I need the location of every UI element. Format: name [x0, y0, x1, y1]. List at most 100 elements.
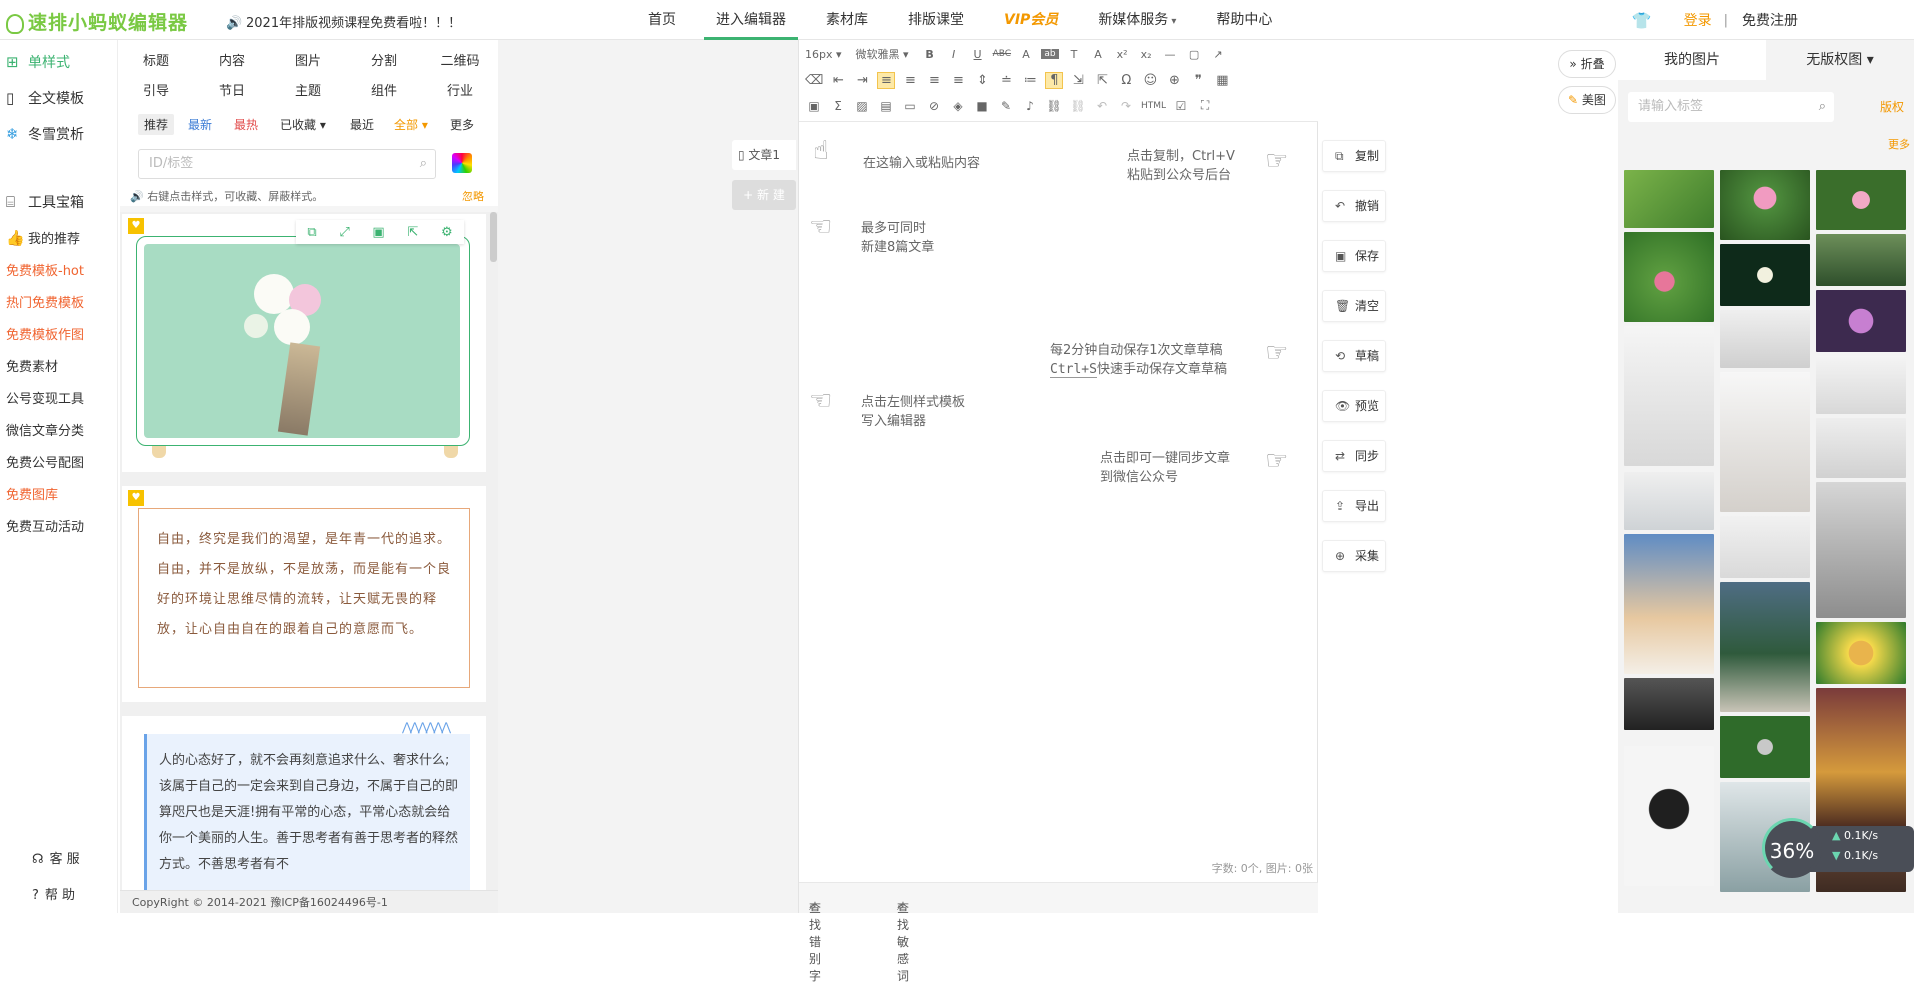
quote-icon[interactable]: ❞ — [1189, 73, 1207, 88]
register-link[interactable]: 免费注册 — [1742, 10, 1798, 30]
highlight-icon[interactable]: ab — [1041, 49, 1060, 59]
category-tab[interactable]: 行业 — [430, 80, 490, 99]
font-family-select[interactable]: 微软雅黑 ▾ — [856, 46, 909, 62]
font-color-icon[interactable]: A — [1017, 48, 1035, 61]
style-card[interactable]: ♥ ⧉ ⤢ ▣ ⇱ ⚙ — [122, 214, 486, 472]
nav-classroom[interactable]: 排版课堂 — [896, 0, 976, 40]
list-icon[interactable]: ≔ — [1021, 73, 1039, 88]
omega-icon[interactable]: Ω — [1117, 73, 1135, 88]
customer-service[interactable]: ☊ 客 服 — [32, 848, 80, 867]
style-card[interactable]: ♥ 自由，终究是我们的渴望，是年青一代的追求。自由，并不是放纵，不是放荡，而是能… — [122, 486, 486, 702]
horizontal-rule-icon[interactable]: — — [1161, 48, 1179, 61]
tip-ignore[interactable]: 忽略 — [462, 188, 484, 204]
image-thumb[interactable] — [1816, 170, 1906, 230]
image-thumb[interactable] — [1624, 232, 1714, 322]
redo-icon[interactable]: ↷ — [1117, 99, 1135, 113]
scrollbar[interactable] — [490, 212, 497, 262]
login-link[interactable]: 登录 — [1684, 10, 1712, 30]
sidebar-link[interactable]: 热门免费模板 — [6, 292, 84, 311]
app-logo[interactable]: 速排小蚂蚁编辑器 — [6, 8, 188, 35]
nav-editor[interactable]: 进入编辑器 — [704, 0, 798, 40]
filter-all[interactable]: 全部 ▾ — [394, 116, 428, 133]
nav-vip[interactable]: VIP会员 — [992, 0, 1070, 40]
announcement[interactable]: 🔊 2021年排版视频课程免费看啦！！！ — [226, 12, 461, 31]
sidebar-link[interactable]: 免费模板作图 — [6, 324, 84, 343]
category-tab[interactable]: 分割 — [354, 50, 414, 69]
search-icon[interactable]: ⌕ — [1819, 92, 1826, 122]
doc-tab[interactable]: ▯ 文章1 — [732, 140, 796, 170]
image-thumb[interactable] — [1816, 234, 1906, 286]
resize-icon[interactable]: ↗ — [1209, 48, 1227, 61]
html-icon[interactable]: HTML — [1141, 101, 1166, 111]
category-tab[interactable]: 主题 — [278, 80, 338, 99]
filter-latest[interactable]: 最新 — [188, 116, 212, 133]
indent-left-icon[interactable]: ⇤ — [829, 73, 847, 88]
gear-icon[interactable]: ⚙ — [441, 225, 453, 240]
sidebar-item-single-style[interactable]: ⊞ 单样式 — [6, 52, 70, 72]
sidebar-link[interactable]: 免费素材 — [6, 356, 58, 375]
align-left-icon[interactable]: ≡ — [877, 72, 896, 89]
image-search-input[interactable]: 请输入标签 ⌕ — [1628, 92, 1834, 122]
copy-icon[interactable]: ⧉ — [307, 225, 316, 240]
meitu-button[interactable]: ✎ 美图 — [1558, 86, 1616, 114]
sidebar-item-winter-snow[interactable]: ❄ 冬雪赏析 — [6, 124, 84, 144]
memory-gauge[interactable]: 36% — [1762, 818, 1822, 878]
image-thumb[interactable] — [1624, 170, 1714, 228]
image-thumb[interactable] — [1816, 482, 1906, 618]
link-icon[interactable]: ⛓ — [1045, 99, 1063, 113]
style-search-input[interactable]: ID/标签 ⌕ — [138, 149, 436, 179]
superscript-icon[interactable]: x² — [1113, 48, 1131, 61]
filter-favorited[interactable]: 已收藏 ▾ — [280, 116, 326, 133]
style-card[interactable]: ⋀⋀⋀⋀⋀⋀ 人的心态好了，就不会再刻意追求什么、奢求什么;该属于自己的一定会来… — [122, 716, 486, 890]
nav-materials[interactable]: 素材库 — [814, 0, 880, 40]
filter-hottest[interactable]: 最热 — [234, 116, 258, 133]
emoji-icon[interactable]: ☺ — [1141, 73, 1159, 88]
image-thumb[interactable] — [1816, 622, 1906, 684]
sidebar-item-recommend[interactable]: 👍 我的推荐 — [6, 228, 80, 247]
filter-recommend[interactable]: 推荐 — [138, 114, 175, 135]
copy-button[interactable]: ⧉ 复制 — [1322, 140, 1386, 172]
font-size-select[interactable]: 16px ▾ — [805, 48, 842, 61]
image-thumb[interactable] — [1720, 582, 1810, 712]
image-thumb[interactable] — [1624, 746, 1714, 886]
fullscreen-icon[interactable]: ⛶ — [1196, 98, 1214, 113]
sidebar-link[interactable]: 公号变现工具 — [6, 388, 84, 407]
category-tab[interactable]: 引导 — [126, 80, 186, 99]
music-icon[interactable]: ♪ — [1021, 99, 1039, 113]
image-thumb[interactable] — [1816, 688, 1906, 828]
page-icon[interactable]: ▢ — [1185, 48, 1203, 61]
strikethrough-icon[interactable]: ABC — [993, 49, 1011, 59]
sidebar-link[interactable]: 免费图库 — [6, 484, 58, 503]
table-icon[interactable]: ▦ — [1213, 73, 1231, 88]
editor[interactable]: 16px ▾ 微软雅黑 ▾ B I U ABC A ab T A x² x₂ —… — [798, 40, 1319, 983]
search-replace-icon[interactable]: ⊕ — [1165, 73, 1183, 88]
eraser-icon[interactable]: ⌫ — [805, 73, 823, 88]
sidebar-link[interactable]: 微信文章分类 — [6, 420, 84, 439]
search-icon[interactable]: ⌕ — [420, 150, 427, 178]
formula-icon[interactable]: Σ — [829, 99, 847, 113]
image-thumb[interactable] — [1720, 310, 1810, 368]
checkbox-icon[interactable]: ☑ — [1172, 99, 1190, 113]
shape-icon[interactable]: ⊘ — [925, 99, 943, 113]
seal-icon[interactable]: ◈ — [949, 99, 967, 113]
format-painter-icon[interactable]: ▣ — [805, 99, 823, 113]
category-tab[interactable]: 二维码 — [430, 50, 490, 69]
paragraph-icon[interactable]: ¶ — [1045, 72, 1064, 89]
filter-recent[interactable]: 最近 — [350, 116, 374, 133]
category-tab[interactable]: 组件 — [354, 80, 414, 99]
image-thumb[interactable] — [1720, 516, 1810, 578]
direction-ltr-icon[interactable]: ⇲ — [1069, 73, 1087, 88]
line-height-icon[interactable]: ⇕ — [973, 73, 991, 88]
image-thumb[interactable] — [1720, 244, 1810, 306]
sidebar-link[interactable]: 免费公号配图 — [6, 452, 84, 471]
nav-media-service[interactable]: 新媒体服务 ▾ — [1086, 0, 1188, 40]
category-tab[interactable]: 节日 — [202, 80, 262, 99]
brush-icon[interactable]: ✎ — [997, 99, 1015, 113]
filter-more[interactable]: 更多 — [450, 116, 474, 133]
sidebar-link[interactable]: 免费模板-hot — [6, 260, 84, 279]
italic-icon[interactable]: I — [945, 48, 963, 61]
tab-free-images[interactable]: 无版权图 ▾ — [1766, 40, 1914, 80]
image-thumb[interactable] — [1816, 356, 1906, 414]
image-thumb[interactable] — [1816, 418, 1906, 478]
save-icon[interactable]: ▣ — [372, 225, 384, 240]
